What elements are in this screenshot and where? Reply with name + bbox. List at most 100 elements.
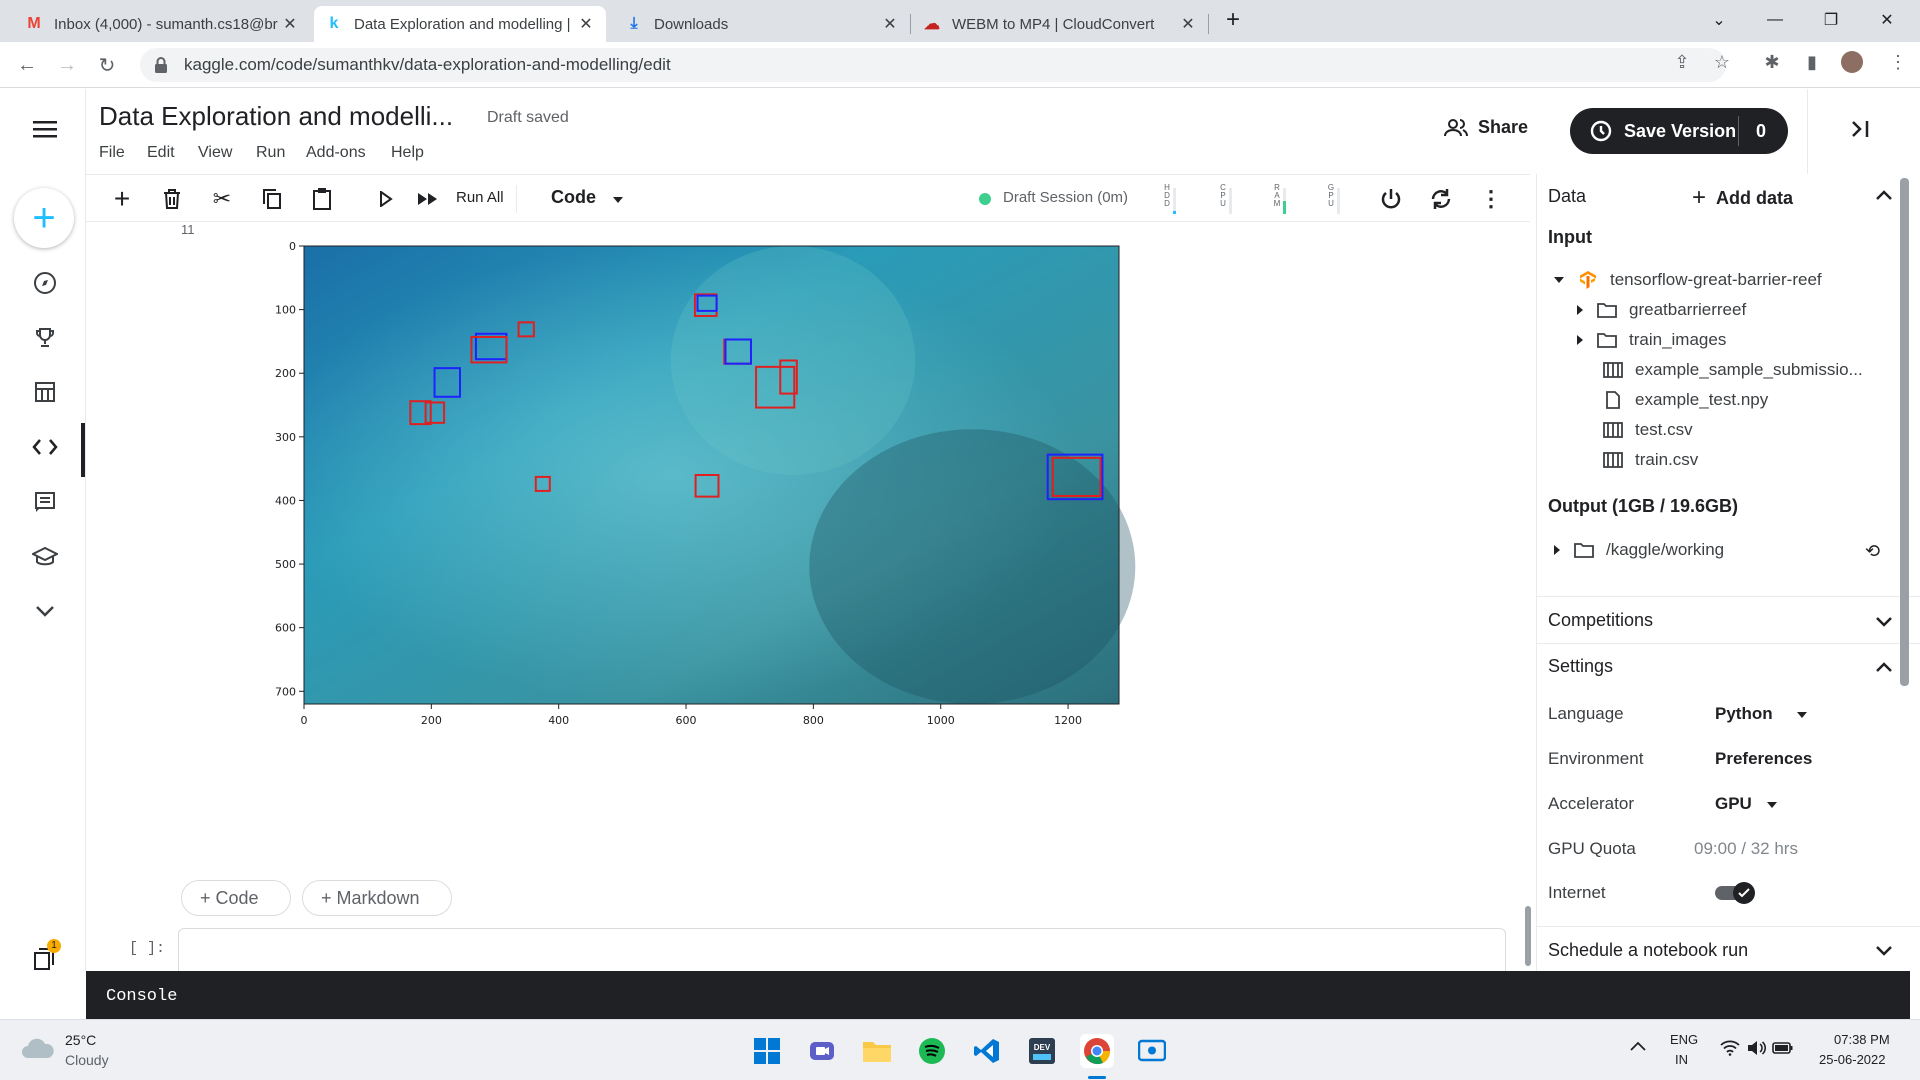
menu-view[interactable]: View: [198, 144, 232, 162]
paste-icon[interactable]: [306, 183, 338, 215]
delete-cell-icon[interactable]: [156, 183, 188, 215]
windows-start-icon[interactable]: [750, 1034, 784, 1068]
run-cell-icon[interactable]: [370, 183, 402, 215]
clock-date[interactable]: 25-06-2022: [1819, 1052, 1886, 1067]
copy-icon[interactable]: [256, 183, 288, 215]
language-select[interactable]: Python: [1715, 704, 1773, 724]
close-tab-icon[interactable]: ✕: [1178, 14, 1198, 34]
tree-item-train-csv[interactable]: train.csv: [1603, 450, 1698, 470]
clock-time[interactable]: 07:38 PM: [1834, 1032, 1890, 1047]
extensions-icon[interactable]: ✱: [1760, 50, 1784, 74]
caret-down-icon[interactable]: [1767, 802, 1777, 808]
tab-gmail[interactable]: M Inbox (4,000) - sumanth.cs18@br ✕: [14, 6, 310, 42]
refresh-icon[interactable]: ⟲: [1865, 541, 1880, 562]
save-version-button[interactable]: Save Version 0: [1570, 108, 1788, 154]
more-options-icon[interactable]: ⋮: [1475, 183, 1507, 215]
environment-preferences[interactable]: Preferences: [1715, 749, 1812, 769]
close-window-button[interactable]: ✕: [1864, 0, 1910, 40]
compass-icon[interactable]: [27, 265, 63, 301]
learn-graduation-icon[interactable]: [27, 539, 63, 575]
chrome-icon[interactable]: [1080, 1034, 1114, 1068]
add-markdown-cell-button[interactable]: + Markdown: [302, 880, 452, 916]
weather-temp[interactable]: 25°C: [65, 1032, 96, 1048]
caret-down-icon[interactable]: [1797, 712, 1807, 718]
menu-file[interactable]: File: [99, 144, 125, 162]
code-icon[interactable]: [27, 429, 63, 465]
dataset-item[interactable]: tensorflow-great-barrier-reef: [1554, 270, 1822, 290]
menu-add-ons[interactable]: Add-ons: [306, 144, 366, 162]
spotify-icon[interactable]: [915, 1034, 949, 1068]
url-field[interactable]: kaggle.com/code/sumanthkv/data-explorati…: [140, 48, 1726, 82]
code-cell-input[interactable]: [178, 928, 1506, 971]
discussion-icon[interactable]: [27, 484, 63, 520]
session-status[interactable]: Draft Session (0m): [1003, 189, 1128, 206]
close-tab-icon[interactable]: ✕: [880, 14, 900, 34]
settings-section[interactable]: Settings: [1548, 656, 1613, 677]
tab-cloudconvert[interactable]: ☁ WEBM to MP4 | CloudConvert ✕: [912, 6, 1208, 42]
minimize-button[interactable]: —: [1752, 0, 1798, 40]
tab-kaggle[interactable]: k Data Exploration and modelling | ✕: [314, 6, 606, 42]
internet-toggle[interactable]: [1715, 882, 1755, 904]
volume-icon[interactable]: [1746, 1040, 1767, 1060]
side-panel-icon[interactable]: ▮: [1800, 50, 1824, 74]
chevron-up-icon[interactable]: [1875, 660, 1893, 678]
hamburger-menu-icon[interactable]: [27, 111, 63, 147]
tree-item-example-sample-submission[interactable]: example_sample_submissio...: [1603, 360, 1863, 380]
accelerator-select[interactable]: GPU: [1715, 794, 1752, 814]
reload-button[interactable]: ↻: [92, 50, 122, 80]
close-tab-icon[interactable]: ✕: [576, 14, 596, 34]
back-button[interactable]: ←: [12, 50, 42, 80]
power-icon[interactable]: [1375, 183, 1407, 215]
run-all-icon[interactable]: [412, 183, 444, 215]
chevron-down-icon[interactable]: [1875, 615, 1893, 633]
cell-type-select[interactable]: Code: [551, 187, 596, 208]
tree-item-example-test-npy[interactable]: example_test.npy: [1603, 390, 1768, 410]
collapse-panel-icon[interactable]: [1840, 109, 1880, 149]
tab-downloads[interactable]: ⤓ Downloads ✕: [614, 6, 910, 42]
profile-avatar[interactable]: [1840, 50, 1864, 74]
chevron-down-icon[interactable]: [1875, 944, 1893, 962]
chevron-down-icon[interactable]: [27, 593, 63, 629]
cut-icon[interactable]: ✂: [206, 183, 238, 215]
wifi-icon[interactable]: [1720, 1040, 1740, 1060]
tree-item-train-images[interactable]: train_images: [1577, 330, 1726, 350]
region-indicator[interactable]: IN: [1675, 1052, 1688, 1067]
share-page-icon[interactable]: ⇪: [1670, 50, 1694, 74]
tree-item-kaggle-working[interactable]: /kaggle/working: [1554, 540, 1724, 560]
schedule-section[interactable]: Schedule a notebook run: [1548, 940, 1748, 961]
close-tab-icon[interactable]: ✕: [280, 14, 300, 34]
tree-item-greatbarrierreef[interactable]: greatbarrierreef: [1577, 300, 1746, 320]
share-button[interactable]: Share: [1444, 117, 1528, 138]
caret-right-icon[interactable]: [1577, 335, 1583, 345]
caret-down-icon[interactable]: [1554, 277, 1564, 283]
notebooks-stack-icon[interactable]: 1: [27, 939, 63, 977]
restart-icon[interactable]: [1425, 183, 1457, 215]
add-cell-icon[interactable]: +: [106, 183, 138, 215]
battery-icon[interactable]: [1772, 1040, 1794, 1060]
add-data-button[interactable]: + Add data: [1692, 184, 1793, 212]
chevron-up-icon[interactable]: [1630, 1038, 1646, 1055]
maximize-button[interactable]: ❐: [1808, 0, 1854, 40]
language-indicator[interactable]: ENG: [1670, 1032, 1698, 1047]
create-button[interactable]: +: [14, 188, 74, 248]
console-bar[interactable]: Console: [86, 971, 1910, 1019]
menu-edit[interactable]: Edit: [147, 144, 175, 162]
menu-run[interactable]: Run: [256, 144, 285, 162]
teams-chat-icon[interactable]: [805, 1034, 839, 1068]
notebook-title[interactable]: Data Exploration and modelli...: [99, 101, 453, 132]
file-explorer-icon[interactable]: [860, 1034, 894, 1068]
run-all-button[interactable]: Run All: [456, 189, 504, 206]
new-tab-button[interactable]: +: [1210, 0, 1256, 40]
chevron-up-icon[interactable]: [1875, 188, 1893, 206]
screen-recorder-icon[interactable]: [1135, 1034, 1169, 1068]
chrome-menu-icon[interactable]: ⋮: [1886, 50, 1910, 74]
caret-right-icon[interactable]: [1577, 305, 1583, 315]
weather-condition[interactable]: Cloudy: [65, 1052, 109, 1068]
trophy-icon[interactable]: [27, 320, 63, 356]
dev-app-icon[interactable]: DEV: [1025, 1034, 1059, 1068]
tree-item-test-csv[interactable]: test.csv: [1603, 420, 1693, 440]
datasets-table-icon[interactable]: [27, 374, 63, 410]
forward-button[interactable]: →: [52, 50, 82, 80]
vscode-icon[interactable]: [970, 1034, 1004, 1068]
competitions-section[interactable]: Competitions: [1548, 610, 1653, 631]
